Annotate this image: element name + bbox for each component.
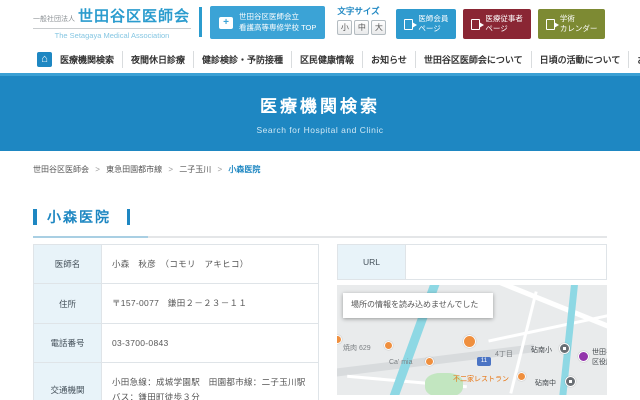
nav-item-about[interactable]: 世田谷区医師会について <box>416 51 532 68</box>
member-button-line2: ページ <box>418 24 440 33</box>
route-shield-icon: 11 <box>477 357 491 366</box>
address-label: 住所 <box>34 284 102 323</box>
breadcrumb-current[interactable]: 小森医院 <box>228 165 260 174</box>
restaurant-pin-icon[interactable] <box>384 341 393 350</box>
academic-calendar-button[interactable]: 学術 カレンダー <box>538 9 606 39</box>
clinic-info-panel: 医師名 小森 秋彦 （コモリ アキヒコ） 住所 〒157-0077 鎌田２－２３… <box>33 244 319 400</box>
clinic-name-heading: 小森医院 <box>47 207 111 227</box>
nav-item-news[interactable]: お知らせ <box>363 51 416 68</box>
medical-worker-page-button[interactable]: 医療従事者 ページ <box>463 9 531 39</box>
breadcrumb-line[interactable]: 東急田園都市線 <box>106 165 162 174</box>
title-bar-left <box>33 209 37 225</box>
table-row-doctor: 医師名 小森 秋彦 （コモリ アキヒコ） <box>34 245 319 284</box>
nav-item-activities[interactable]: 日頃の活動について <box>532 51 630 68</box>
font-size-large-button[interactable]: 大 <box>371 20 386 35</box>
restaurant-pin-icon[interactable] <box>337 335 342 344</box>
worker-button-line2: ページ <box>485 24 507 33</box>
main-nav: ⌂ 医療機関検索 夜間休日診療 健診検診・予防接種 区民健康情報 お知らせ 世田… <box>0 46 640 73</box>
page-subtitle: Search for Hospital and Clinic <box>0 125 640 135</box>
font-size-label: 文字サイズ <box>337 5 389 17</box>
main-content: 小森医院 医師名 小森 秋彦 （コモリ アキヒコ） 住所 〒157-0077 鎌… <box>0 207 640 400</box>
map-error-popup: 場所の情報を読み込めませんでした <box>343 293 493 318</box>
poi-fujiya[interactable]: 不二家レストラン <box>453 374 509 384</box>
government-pin-icon[interactable] <box>578 351 589 362</box>
member-page-button[interactable]: 医師会員 ページ <box>396 9 456 39</box>
hospital-icon: + <box>219 17 233 29</box>
nav-item-citizen-health[interactable]: 区民健康情報 <box>292 51 363 68</box>
login-icon <box>471 19 480 30</box>
org-name: 世田谷区医師会 <box>78 5 190 26</box>
font-size-medium-button[interactable]: 中 <box>354 20 369 35</box>
doctor-name-value: 小森 秋彦 （コモリ アキヒコ） <box>102 245 319 284</box>
url-table: URL <box>337 244 607 280</box>
school-icon[interactable] <box>565 376 576 387</box>
org-name-en: The Setagaya Medical Association <box>33 31 191 40</box>
poi-ward-office[interactable]: 世田谷区役所 <box>592 347 607 367</box>
poi-yakiniku[interactable]: 焼肉 629 <box>343 343 371 353</box>
nav-item-night-holiday[interactable]: 夜間休日診療 <box>123 51 194 68</box>
doctor-name-label: 医師名 <box>34 245 102 284</box>
school-icon[interactable] <box>559 343 570 354</box>
restaurant-pin-icon[interactable] <box>425 357 434 366</box>
school-button-line2: 看護高等専修学校 TOP <box>239 23 316 32</box>
table-row-url: URL <box>338 245 607 280</box>
breadcrumb-home[interactable]: 世田谷区医師会 <box>33 165 89 174</box>
calendar-button-line2: カレンダー <box>560 24 598 33</box>
breadcrumb-separator: > <box>95 165 100 174</box>
breadcrumb: 世田谷区医師会 > 東急田園都市線 > 二子玉川 > 小森医院 <box>0 151 640 185</box>
breadcrumb-station[interactable]: 二子玉川 <box>179 165 211 174</box>
location-map[interactable]: 場所の情報を読み込めませんでした 焼肉 629 Ca' mia 11 4丁目 不… <box>337 285 607 395</box>
restaurant-pin-icon[interactable] <box>517 372 526 381</box>
poi-chome: 4丁目 <box>495 349 513 359</box>
home-icon[interactable]: ⌂ <box>37 52 52 67</box>
page-title: 医療機関検索 <box>0 76 640 117</box>
nav-item-contact[interactable]: お問い合わせ <box>629 51 640 68</box>
title-underline <box>33 236 607 238</box>
worker-button-line1: 医療従事者 <box>485 14 523 23</box>
clinic-info-table: 医師名 小森 秋彦 （コモリ アキヒコ） 住所 〒157-0077 鎌田２－２３… <box>33 244 319 400</box>
school-button-line1: 世田谷区医師会立 <box>239 12 299 21</box>
nursing-school-button[interactable]: + 世田谷区医師会立 看護高等専修学校 TOP <box>210 6 325 39</box>
page-banner: 医療機関検索 Search for Hospital and Clinic <box>0 73 640 151</box>
table-row-transport: 交通機関 小田急線：成城学園駅 田園都市線：二子玉川駅 バス：鎌田町徒歩３分 <box>34 363 319 400</box>
poi-pin-icon[interactable] <box>463 335 476 348</box>
phone-value: 03-3700-0843 <box>102 323 319 362</box>
font-size-small-button[interactable]: 小 <box>337 20 352 35</box>
poi-elementary-school[interactable]: 砧南小 <box>531 345 552 355</box>
transport-value: 小田急線：成城学園駅 田園都市線：二子玉川駅 バス：鎌田町徒歩３分 <box>102 363 319 400</box>
clinic-title-row: 小森医院 <box>33 207 607 227</box>
breadcrumb-separator: > <box>218 165 223 174</box>
login-icon <box>404 19 413 30</box>
phone-label: 電話番号 <box>34 323 102 362</box>
clinic-url-map-panel: URL 場所の情報を読み込めませんでした <box>337 244 607 400</box>
table-row-address: 住所 〒157-0077 鎌田２－２３－１１ <box>34 284 319 323</box>
title-bar-right <box>127 209 130 225</box>
address-value: 〒157-0077 鎌田２－２３－１１ <box>102 284 319 323</box>
nav-item-checkup-vaccination[interactable]: 健診検診・予防接種 <box>194 51 292 68</box>
url-label: URL <box>338 245 406 280</box>
logo-separator <box>199 7 202 37</box>
url-value <box>406 245 607 280</box>
site-logo[interactable]: 一般社団法人 世田谷区医師会 The Setagaya Medical Asso… <box>33 5 191 40</box>
table-row-phone: 電話番号 03-3700-0843 <box>34 323 319 362</box>
poi-camia[interactable]: Ca' mia <box>389 359 413 366</box>
transport-label: 交通機関 <box>34 363 102 400</box>
member-button-line1: 医師会員 <box>418 14 448 23</box>
login-icon <box>546 19 555 30</box>
poi-junior-high-school[interactable]: 砧南中 <box>535 378 556 388</box>
site-header: 一般社団法人 世田谷区医師会 The Setagaya Medical Asso… <box>0 0 640 46</box>
calendar-button-line1: 学術 <box>560 14 575 23</box>
font-size-control: 文字サイズ 小 中 大 <box>337 5 389 35</box>
org-type-label: 一般社団法人 <box>33 14 75 24</box>
nav-item-medical-search[interactable]: 医療機関検索 <box>52 51 123 68</box>
breadcrumb-separator: > <box>168 165 173 174</box>
